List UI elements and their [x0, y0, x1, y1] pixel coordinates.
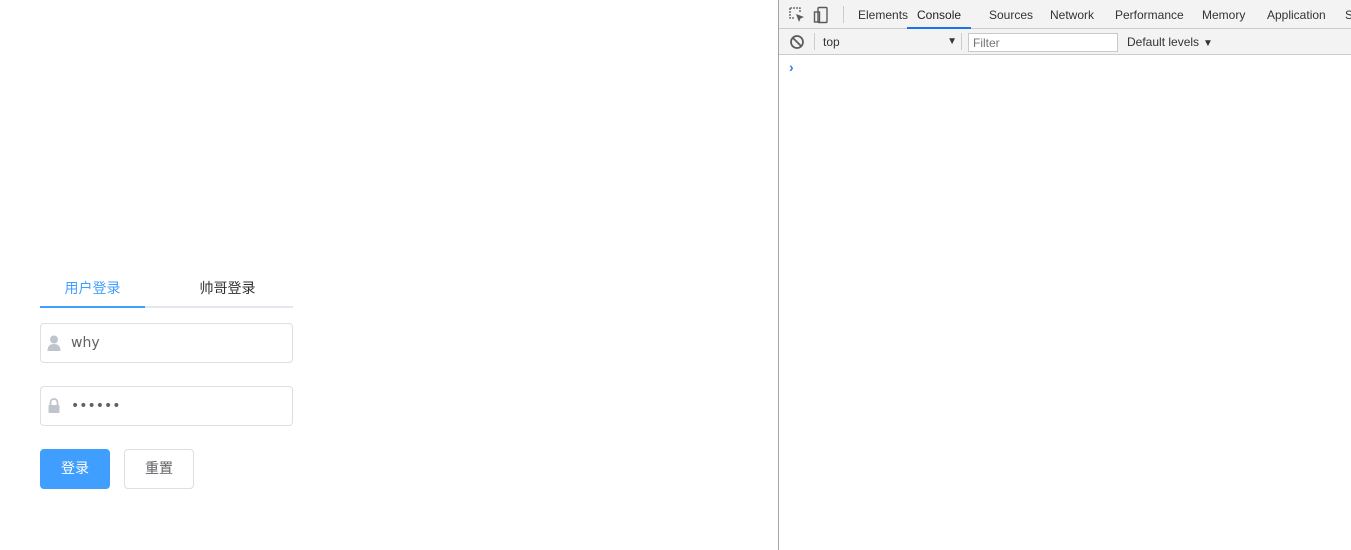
tab-memory[interactable]: Memory — [1202, 0, 1245, 29]
tab-console[interactable]: Console — [907, 0, 972, 29]
toolbar-divider — [814, 33, 815, 50]
device-toolbar-icon[interactable] — [813, 6, 831, 24]
chevron-down-icon: ▼ — [947, 36, 957, 47]
chevron-down-icon: ▼ — [1203, 38, 1213, 49]
username-field[interactable] — [40, 323, 293, 363]
password-field[interactable] — [40, 386, 293, 426]
user-icon — [47, 335, 61, 351]
web-page: 用户登录 帅哥登录 登录 重置 — [0, 0, 778, 550]
log-levels-dropdown[interactable]: Default levels ▼ — [1127, 35, 1213, 49]
login-button[interactable]: 登录 — [40, 449, 110, 489]
password-input[interactable] — [71, 387, 286, 425]
active-tab-indicator — [40, 306, 145, 308]
tab-application[interactable]: Application — [1267, 0, 1326, 29]
console-toolbar: top ▼ Default levels▼ — [779, 29, 1351, 55]
toolbar-divider — [843, 6, 844, 23]
tab-sources[interactable]: Sources — [989, 0, 1033, 29]
context-label: top — [823, 35, 840, 49]
levels-label: Default levels — [1127, 35, 1200, 49]
toolbar-divider — [961, 33, 962, 50]
login-tabs: 用户登录 帅哥登录 — [40, 272, 293, 308]
filter-input[interactable] — [968, 33, 1118, 52]
devtools-panel: Elements Console Sources Network Perform… — [778, 0, 1351, 550]
inspect-element-icon[interactable] — [788, 6, 806, 24]
tab-handsome-login[interactable]: 帅哥登录 — [165, 272, 290, 306]
context-selector[interactable]: top ▼ — [823, 35, 957, 51]
reset-button[interactable]: 重置 — [124, 449, 194, 489]
console-prompt[interactable]: › — [789, 59, 794, 75]
username-input[interactable] — [71, 324, 286, 362]
tab-elements[interactable]: Elements — [858, 0, 908, 29]
lock-icon — [48, 398, 60, 413]
tab-performance[interactable]: Performance — [1115, 0, 1184, 29]
tab-more[interactable]: S — [1345, 0, 1351, 29]
clear-console-icon[interactable] — [788, 33, 806, 51]
tab-network[interactable]: Network — [1050, 0, 1094, 29]
tab-user-login[interactable]: 用户登录 — [40, 272, 145, 306]
devtools-toolbar: Elements Console Sources Network Perform… — [779, 0, 1351, 29]
